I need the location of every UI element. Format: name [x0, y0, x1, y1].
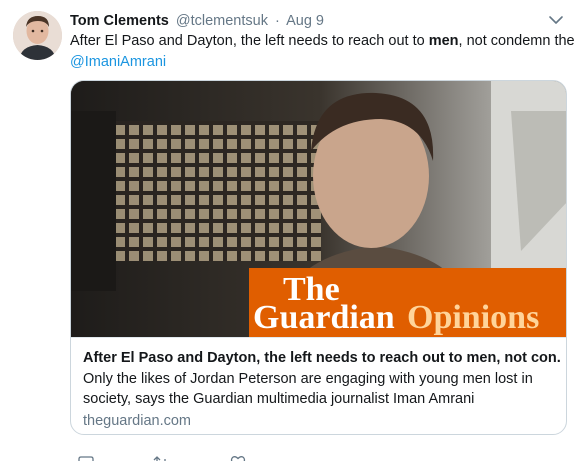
- link-preview-card[interactable]: The Guardian Opinions After El Paso and …: [70, 80, 567, 435]
- tweet-date[interactable]: Aug 9: [286, 13, 324, 29]
- mention-link[interactable]: @ImaniAmrani: [70, 52, 574, 73]
- card-title[interactable]: After El Paso and Dayton, the left needs…: [83, 348, 561, 368]
- chevron-down-icon[interactable]: [548, 13, 564, 27]
- guardian-logo: The Guardian Opinions: [251, 269, 566, 337]
- like-icon[interactable]: [230, 454, 246, 461]
- tweet-actions: [70, 450, 490, 461]
- tweet-text-bold: men: [428, 33, 459, 49]
- guardian-logo-guardian: Guardian: [253, 299, 395, 336]
- reply-icon[interactable]: [78, 454, 94, 461]
- separator-dot: ·: [275, 13, 280, 29]
- author-handle[interactable]: @tclementsuk: [176, 13, 268, 29]
- tweet-text: After El Paso and Dayton, the left needs…: [70, 31, 574, 73]
- card-domain[interactable]: theguardian.com: [83, 411, 191, 431]
- tweet[interactable]: Tom Clements @tclementsuk · Aug 9 After …: [0, 0, 574, 461]
- card-image[interactable]: The Guardian Opinions: [71, 81, 566, 337]
- tweet-text-end: , not condemn them |: [458, 33, 574, 49]
- card-description-line: Only the likes of Jordan Peterson are en…: [83, 371, 533, 387]
- retweet-icon[interactable]: [153, 454, 169, 461]
- avatar[interactable]: [13, 11, 62, 60]
- guardian-logo-opinions: Opinions: [407, 299, 540, 336]
- author-name[interactable]: Tom Clements: [70, 13, 169, 29]
- card-body[interactable]: After El Paso and Dayton, the left needs…: [71, 337, 566, 434]
- tweet-text-start: After El Paso and Dayton, the left needs…: [70, 33, 429, 49]
- tweet-text-line: After El Paso and Dayton, the left needs…: [70, 31, 574, 52]
- card-description: Only the likes of Jordan Peterson are en…: [83, 369, 561, 409]
- card-description-line: society, says the Guardian multimedia jo…: [83, 391, 475, 407]
- tweet-header: Tom Clements @tclementsuk · Aug 9: [70, 11, 558, 31]
